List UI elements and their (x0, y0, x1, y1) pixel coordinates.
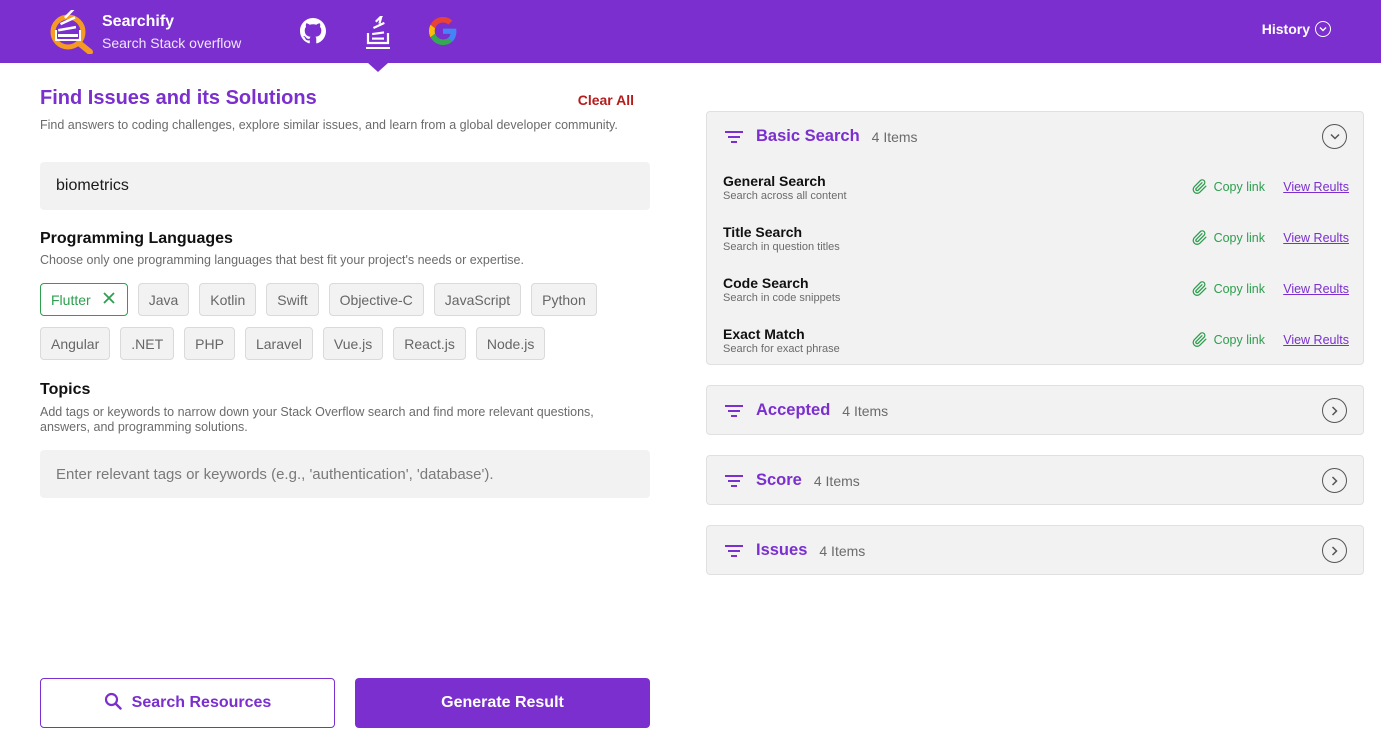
brand-name: Searchify (102, 13, 175, 30)
panel-header[interactable]: Accepted 4 Items (707, 386, 1363, 435)
panel-count: 4 Items (819, 542, 866, 559)
filter-icon (725, 474, 743, 487)
brand[interactable]: Searchify Search Stack overflow (48, 8, 242, 55)
copy-link-label: Copy link (1213, 332, 1265, 347)
language-chip[interactable]: Kotlin (199, 283, 257, 316)
search-input[interactable] (40, 162, 650, 210)
language-chip[interactable]: Angular (40, 327, 111, 360)
search-resources-label: Search Resources (131, 694, 272, 711)
row-title: Exact Match (723, 326, 805, 342)
nav-active-indicator (366, 47, 390, 49)
nav-active-caret (368, 63, 388, 72)
copy-link-button[interactable]: Copy link (1191, 178, 1265, 195)
language-chip[interactable]: Java (137, 283, 190, 316)
view-results-link[interactable]: View Reults (1283, 180, 1349, 194)
row-subtitle: Search in code snippets (723, 292, 841, 304)
search-icon (104, 692, 122, 715)
filter-icon (725, 130, 743, 143)
panel-title: Issues (756, 541, 808, 559)
close-icon[interactable] (103, 291, 115, 308)
filter-icon (725, 544, 743, 557)
chevron-right-icon[interactable] (1322, 468, 1347, 493)
paperclip-icon (1192, 281, 1207, 296)
view-results-link[interactable]: View Reults (1283, 333, 1349, 347)
language-chip[interactable]: Python (531, 283, 597, 316)
panel-score: Score 4 Items (706, 455, 1364, 505)
language-chip[interactable]: Node.js (475, 327, 546, 360)
panel-issues: Issues 4 Items (706, 525, 1364, 575)
language-chip[interactable]: PHP (184, 327, 235, 360)
language-chip[interactable]: .NET (120, 327, 175, 360)
language-chip[interactable]: Swift (266, 283, 319, 316)
languages-description: Choose only one programming languages th… (40, 253, 524, 267)
row-title: Title Search (723, 224, 803, 240)
panel-header[interactable]: Issues 4 Items (707, 526, 1363, 575)
panel-header[interactable]: Basic Search 4 Items (707, 112, 1363, 161)
panel-count: 4 Items (842, 402, 889, 419)
panel-title: Score (756, 471, 802, 489)
page-description: Find answers to coding challenges, explo… (40, 118, 618, 132)
history-label: History (1261, 21, 1310, 37)
topics-title: Topics (40, 381, 91, 398)
language-chips: Flutter Java Kotlin Swift Objective-C Ja… (40, 283, 650, 360)
list-item: General Search Search across all content… (723, 173, 1349, 213)
searchify-logo-icon (48, 8, 96, 55)
list-item: Exact Match Search for exact phrase Copy… (723, 326, 1349, 366)
paperclip-icon (1192, 179, 1207, 194)
history-button[interactable]: History (1262, 21, 1331, 37)
language-chip-selected[interactable]: Flutter (40, 283, 128, 316)
row-title: Code Search (723, 275, 809, 291)
panel-count: 4 Items (871, 128, 918, 145)
panel-header[interactable]: Score 4 Items (707, 456, 1363, 505)
list-item: Code Search Search in code snippets Copy… (723, 275, 1349, 315)
chevron-down-icon[interactable] (1322, 124, 1347, 149)
languages-title: Programming Languages (40, 230, 233, 247)
language-chip[interactable]: JavaScript (433, 283, 522, 316)
github-icon[interactable] (298, 14, 328, 48)
topics-input[interactable] (40, 450, 650, 498)
paperclip-icon (1192, 230, 1207, 245)
copy-link-label: Copy link (1213, 230, 1265, 245)
language-chip[interactable]: Vue.js (322, 327, 384, 360)
page-title: Find Issues and its Solutions (40, 87, 317, 109)
panel-title: Basic Search (756, 127, 860, 145)
copy-link-button[interactable]: Copy link (1191, 280, 1265, 297)
chevron-down-icon (1315, 21, 1331, 37)
list-item: Title Search Search in question titles C… (723, 224, 1349, 264)
brand-subtitle: Search Stack overflow (102, 35, 242, 51)
copy-link-button[interactable]: Copy link (1191, 331, 1265, 348)
copy-link-label: Copy link (1213, 281, 1265, 296)
row-subtitle: Search across all content (723, 190, 847, 202)
row-subtitle: Search in question titles (723, 241, 840, 253)
chevron-right-icon[interactable] (1322, 538, 1347, 563)
panel-accepted: Accepted 4 Items (706, 385, 1364, 435)
row-title: General Search (723, 173, 826, 189)
app-header: Searchify Search Stack overflow History (0, 0, 1381, 63)
copy-link-label: Copy link (1213, 179, 1265, 194)
panel-count: 4 Items (813, 472, 860, 489)
copy-link-button[interactable]: Copy link (1191, 229, 1265, 246)
search-resources-button[interactable]: Search Resources (40, 678, 335, 728)
view-results-link[interactable]: View Reults (1283, 282, 1349, 296)
panel-basic-search: Basic Search 4 Items General Search Sear… (706, 111, 1364, 365)
chip-label: Flutter (51, 291, 91, 308)
google-icon[interactable] (428, 14, 458, 48)
stackoverflow-icon[interactable] (363, 14, 393, 48)
filter-icon (725, 404, 743, 417)
language-chip[interactable]: React.js (393, 327, 466, 360)
topics-description: Add tags or keywords to narrow down your… (40, 405, 594, 434)
row-subtitle: Search for exact phrase (723, 343, 840, 355)
chevron-right-icon[interactable] (1322, 398, 1347, 423)
language-chip[interactable]: Objective-C (328, 283, 424, 316)
clear-all-button[interactable]: Clear All (578, 92, 634, 108)
panel-title: Accepted (756, 401, 831, 419)
view-results-link[interactable]: View Reults (1283, 231, 1349, 245)
paperclip-icon (1192, 332, 1207, 347)
generate-result-button[interactable]: Generate Result (355, 678, 650, 728)
language-chip[interactable]: Laravel (244, 327, 313, 360)
